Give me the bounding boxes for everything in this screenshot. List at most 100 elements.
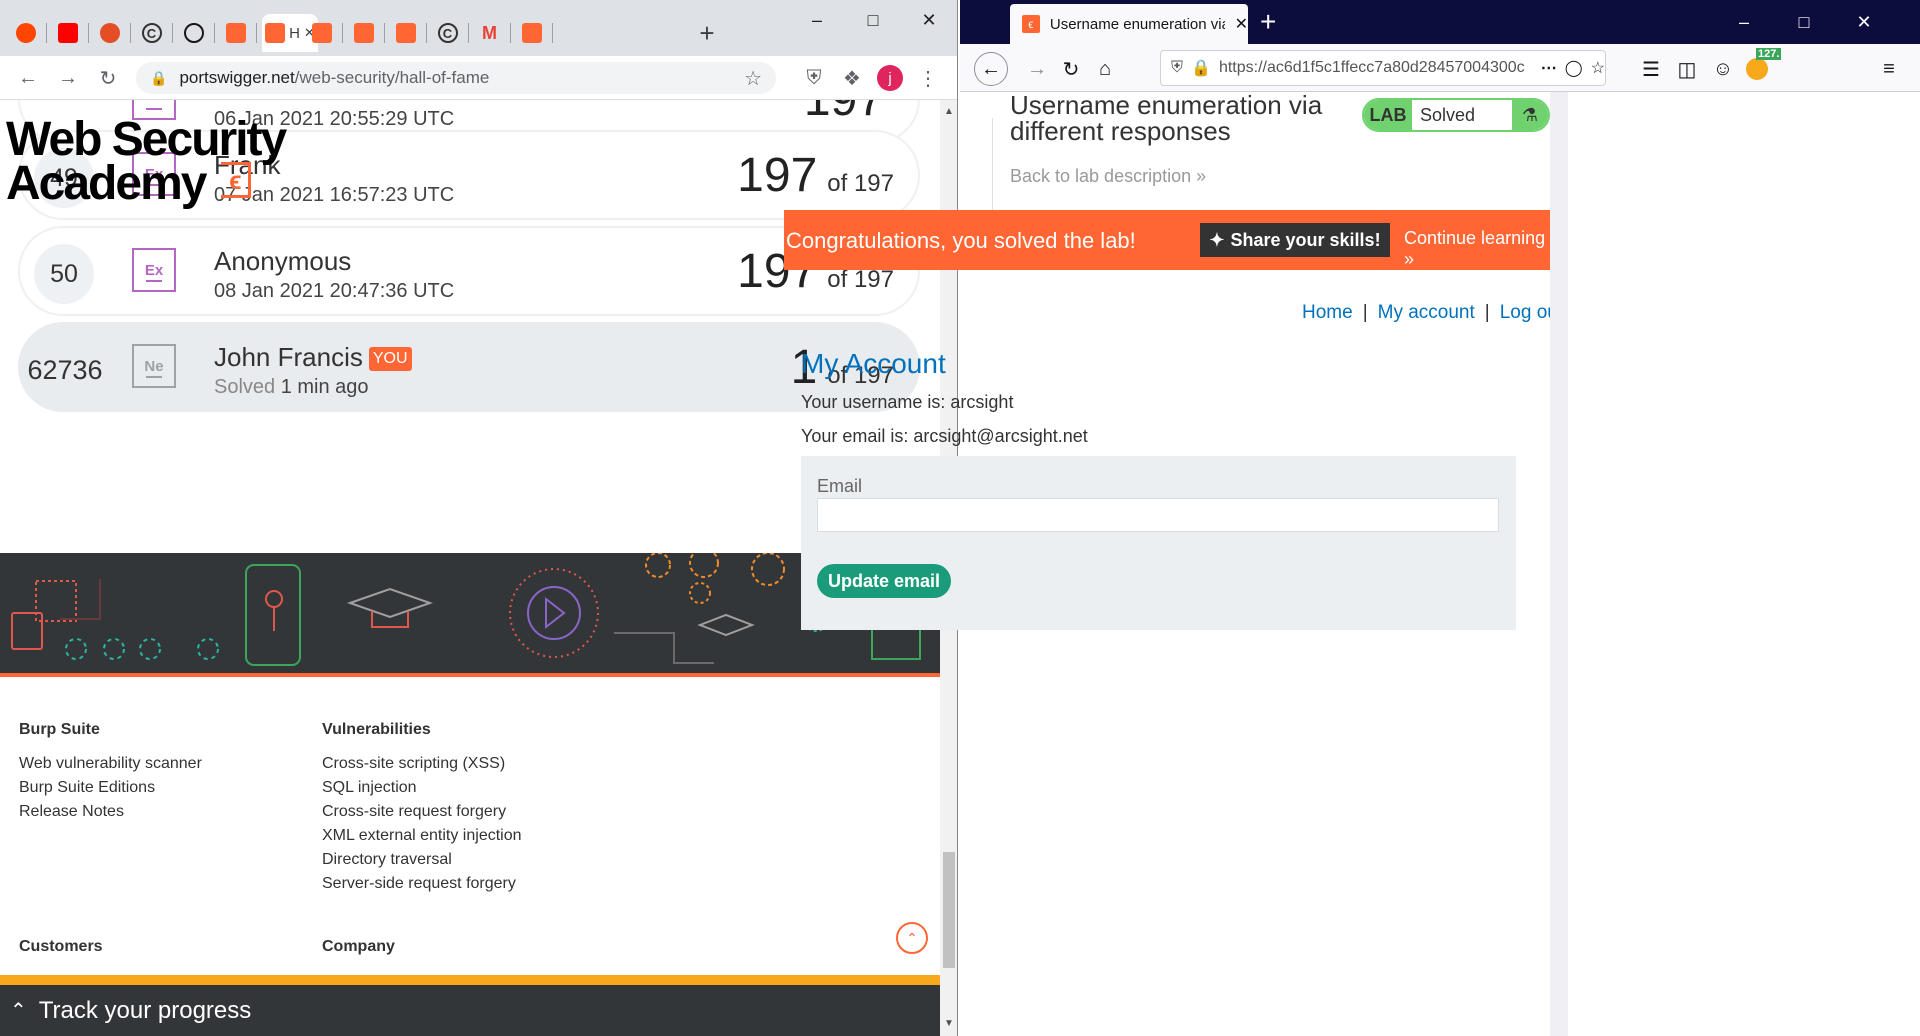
tab-title: Username enumeration via diff bbox=[1049, 15, 1225, 33]
sidebar-icon[interactable]: ◫ bbox=[1672, 54, 1702, 84]
chrome-tab[interactable] bbox=[516, 14, 558, 52]
scroll-up-arrow[interactable]: ▲ bbox=[944, 106, 954, 117]
continue-learning-link[interactable]: Continue learning » bbox=[1404, 228, 1550, 270]
forward-icon[interactable]: → bbox=[1022, 54, 1052, 84]
update-email-button[interactable]: Update email bbox=[817, 564, 951, 598]
tab-separator bbox=[383, 23, 385, 43]
reload-icon[interactable]: ↻ bbox=[94, 64, 122, 92]
puzzle-extensions-icon[interactable]: ❖ bbox=[838, 64, 866, 92]
chevron-up-icon: ⌃ bbox=[10, 1000, 27, 1022]
reddit-icon bbox=[15, 23, 36, 43]
close-tab-icon[interactable]: ✕ bbox=[1235, 14, 1248, 34]
tab-separator bbox=[509, 23, 511, 43]
minimize-button[interactable]: – bbox=[1714, 0, 1774, 44]
back-to-lab-link[interactable]: Back to lab description » bbox=[1010, 166, 1206, 187]
back-icon[interactable]: ← bbox=[14, 64, 42, 92]
new-tab-button[interactable]: + bbox=[1260, 6, 1276, 38]
flask-icon: ⚗ bbox=[1512, 100, 1548, 130]
forward-icon[interactable]: → bbox=[54, 64, 82, 92]
account-icon[interactable]: ☺ bbox=[1708, 54, 1738, 84]
footer-link[interactable]: Web vulnerability scanner bbox=[19, 752, 202, 776]
home-icon[interactable]: ⌂ bbox=[1090, 54, 1120, 84]
footer-link[interactable]: Release Notes bbox=[19, 800, 202, 824]
footer-link[interactable]: XML external entity injection bbox=[322, 824, 522, 848]
chrome-tab[interactable] bbox=[220, 14, 262, 52]
chrome-tab[interactable] bbox=[10, 14, 52, 52]
scrollbar-thumb[interactable] bbox=[943, 852, 955, 968]
close-window-button[interactable]: ✕ bbox=[1834, 0, 1894, 44]
tab-separator bbox=[45, 23, 47, 43]
player-name: John Francis YOU bbox=[214, 342, 412, 373]
lab-title: Username enumeration via different respo… bbox=[1010, 92, 1322, 144]
footer-link[interactable]: Cross-site request forgery bbox=[322, 800, 522, 824]
footer-link[interactable]: Directory traversal bbox=[322, 848, 522, 872]
email-input[interactable] bbox=[817, 498, 1499, 532]
tab-separator bbox=[129, 23, 131, 43]
score: 197 bbox=[804, 100, 894, 127]
address-bar[interactable]: ⛨ 🔒 https://ac6d1f5c1ffecc7a80d284570043… bbox=[1160, 50, 1606, 86]
bookmark-star-icon[interactable]: ☆ bbox=[744, 66, 762, 91]
shield-extension-icon[interactable]: ⛨ bbox=[800, 64, 828, 92]
update-email-form: Email Update email bbox=[801, 456, 1516, 630]
chrome-tab[interactable]: C bbox=[432, 14, 474, 52]
minimize-button[interactable]: – bbox=[794, 0, 840, 40]
nav-home-link[interactable]: Home bbox=[1302, 302, 1353, 324]
back-link-label: Back to lab description bbox=[1010, 166, 1192, 186]
footer-heading-burp: Burp Suite bbox=[19, 721, 100, 738]
email-label: Email bbox=[817, 476, 863, 496]
footer-link[interactable]: Server-side request forgery bbox=[322, 872, 522, 896]
chrome-tab[interactable] bbox=[52, 14, 94, 52]
nav-separator: | bbox=[1362, 302, 1368, 323]
reload-icon[interactable]: ↻ bbox=[1056, 54, 1086, 84]
score-total: of 197 bbox=[827, 266, 894, 293]
tab-separator bbox=[467, 23, 469, 43]
chrome-tab[interactable]: C bbox=[136, 14, 178, 52]
chrome-tab[interactable] bbox=[390, 14, 432, 52]
track-progress-bar[interactable]: ⌃ Track your progress bbox=[0, 985, 940, 1036]
c-icon: C bbox=[141, 23, 162, 43]
account-nav: Home | My account | Log out bbox=[1302, 302, 1563, 324]
nav-my-account-link[interactable]: My account bbox=[1378, 302, 1475, 324]
lab-title-line2: different responses bbox=[1010, 116, 1231, 146]
maximize-button[interactable]: □ bbox=[850, 0, 896, 40]
profile-avatar[interactable]: j bbox=[876, 64, 904, 92]
footer-link[interactable]: Burp Suite Editions bbox=[19, 776, 202, 800]
close-window-button[interactable]: ✕ bbox=[906, 0, 952, 40]
portswigger-icon bbox=[353, 23, 374, 43]
rank-number: 62736 bbox=[27, 354, 103, 385]
level-badge-icon: Ex bbox=[132, 248, 176, 292]
chrome-tab[interactable] bbox=[178, 14, 220, 52]
portswigger-icon bbox=[521, 23, 542, 43]
new-tab-button[interactable]: + bbox=[692, 18, 722, 48]
bookmark-star-icon[interactable]: ☆ bbox=[1591, 58, 1605, 78]
library-icon[interactable]: ☰ bbox=[1636, 54, 1666, 84]
scroll-down-arrow[interactable]: ▼ bbox=[944, 1018, 954, 1029]
chrome-tab[interactable]: M bbox=[474, 14, 516, 52]
kebab-menu-icon[interactable]: ⋮ bbox=[914, 64, 942, 92]
double-chevron-icon: » bbox=[1404, 249, 1415, 269]
scroll-to-top-button[interactable]: ⌃ bbox=[896, 922, 928, 954]
address-bar[interactable]: 🔒 portswigger.net/web-security/hall-of-f… bbox=[136, 62, 776, 94]
back-icon[interactable]: ← bbox=[974, 52, 1008, 86]
chrome-tab[interactable] bbox=[94, 14, 136, 52]
footer-link[interactable]: SQL injection bbox=[322, 776, 522, 800]
active-tab-label: H bbox=[289, 24, 300, 42]
footer-customers: Customers bbox=[19, 935, 103, 969]
pocket-icon[interactable]: ◯ bbox=[1565, 58, 1583, 78]
tab-username-enumeration[interactable]: ϵ Username enumeration via diff ✕ bbox=[1010, 4, 1248, 44]
web-security-academy-logo[interactable]: Web Security Academy ϵ bbox=[6, 116, 287, 208]
share-skills-button[interactable]: ✦ Share your skills! bbox=[1200, 223, 1390, 257]
chrome-tab[interactable] bbox=[306, 14, 348, 52]
extension-icon[interactable]: 127. bbox=[1742, 48, 1782, 84]
right-scrollbar[interactable] bbox=[1550, 92, 1568, 1036]
extension-badge: 127. bbox=[1756, 48, 1782, 60]
maximize-button[interactable]: □ bbox=[1774, 0, 1834, 44]
url-path: /web-security/hall-of-fame bbox=[294, 68, 490, 87]
shield-icon: ⛨ bbox=[1171, 59, 1184, 76]
page-actions-icon[interactable]: ⋯ bbox=[1541, 58, 1557, 78]
player-name-text: John Francis bbox=[214, 342, 363, 372]
chrome-tab[interactable] bbox=[348, 14, 390, 52]
congratulations-banner: Congratulations, you solved the lab! ✦ S… bbox=[784, 210, 1550, 270]
footer-link[interactable]: Cross-site scripting (XSS) bbox=[322, 752, 522, 776]
hamburger-menu-icon[interactable]: ≡ bbox=[1874, 54, 1904, 84]
